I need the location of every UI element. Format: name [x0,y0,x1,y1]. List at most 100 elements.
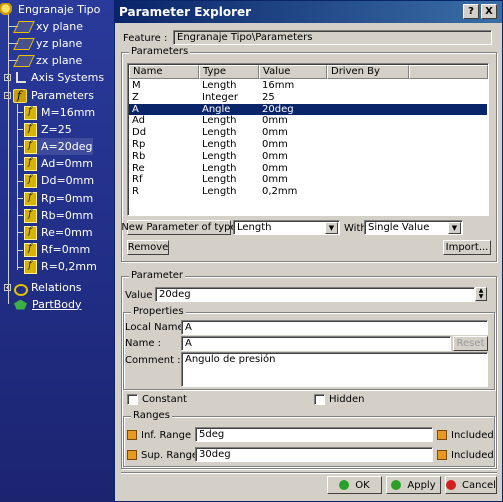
tree-node-parameter[interactable]: M=16mm [17,104,96,121]
parameter-type-select[interactable]: Length ▼ [233,220,340,235]
ranges-group-title: Ranges [131,410,172,422]
new-parameter-button[interactable]: New Parameter of type [121,220,237,235]
tree-label: Re=0mm [41,225,93,239]
tree-root-label: Engranaje Tipo [18,2,101,16]
formula-parameter-icon [24,139,37,154]
table-row[interactable]: Dd Length 0mm [129,127,487,139]
table-row[interactable]: Z Integer 25 [129,92,487,104]
table-cell: 0mm [262,150,288,162]
table-header: Name Type Value Driven By [129,65,488,79]
formula-parameter-icon [24,243,37,258]
tree-node-parameter[interactable]: Rb=0mm [17,207,94,224]
constant-checkbox[interactable] [127,394,138,405]
tree-label: Rp=0mm [41,191,94,205]
table-cell [327,127,409,139]
table-row[interactable]: M Length 16mm [129,80,487,92]
value-spinner[interactable]: ▲ ▼ [475,287,487,301]
tree-node-yz-plane[interactable]: yz plane [13,35,83,52]
table-row[interactable]: R Length 0,2mm [129,186,487,198]
table-cell: Length [202,150,237,162]
sup-range-label: Sup. Range [141,450,199,461]
ok-icon [339,480,350,490]
table-cell: Length [202,139,237,150]
feature-label: Feature : [123,33,168,44]
tree-label: Ad=0mm [41,157,93,171]
inf-included-checkbox[interactable] [437,430,447,440]
tree-node-parameter[interactable]: A=20deg [17,138,94,156]
tree-node-parameter[interactable]: Ad=0mm [17,156,94,173]
table-cell: 0mm [262,127,288,139]
table-cell: 0mm [262,115,288,127]
plane-icon [13,37,35,50]
tree-node-partbody[interactable]: PartBody [14,296,82,313]
sup-included-checkbox[interactable] [437,450,447,460]
tree-node-parameter[interactable]: R=0,2mm [17,259,98,276]
ok-button[interactable]: OK [327,476,382,494]
sup-range-input[interactable]: 30deg [195,447,433,462]
plane-icon [13,54,35,67]
table-cell [327,80,409,92]
column-header-value[interactable]: Value [259,65,327,79]
column-header-type[interactable]: Type [199,65,259,79]
remove-button[interactable]: Remove [127,240,169,255]
tree-node-xy-plane[interactable]: xy plane [13,18,84,35]
table-cell: Length [202,80,237,91]
table-cell: 25 [262,91,275,103]
table-row[interactable]: A Angle 20deg [129,103,487,116]
formula-parameter-icon [24,225,37,240]
comment-input[interactable]: Angulo de presión [181,352,488,387]
table-row[interactable]: Ad Length 0mm [129,115,487,127]
apply-icon [391,480,402,490]
collapse-icon[interactable] [4,92,11,99]
specification-tree: Engranaje Tipo xy plane yz plane zx plan… [0,0,114,502]
table-cell: Length [202,186,237,198]
part-icon [0,2,14,17]
with-value-select[interactable]: Single Value ▼ [364,220,463,235]
value-input[interactable]: 20deg [155,287,475,302]
name-input[interactable]: A [181,336,451,351]
inf-range-label: Inf. Range [141,430,192,441]
tree-node-parameters[interactable]: Parameters [4,87,95,104]
tree-label: zx plane [36,53,83,67]
table-cell: Length [202,127,237,139]
local-name-input[interactable]: A [181,320,488,335]
column-header-name[interactable]: Name [129,65,199,79]
tree-node-parameter[interactable]: Rp=0mm [17,190,94,207]
tree-label: Relations [31,280,82,294]
tree-node-parameter[interactable]: Dd=0mm [17,173,95,190]
table-cell: Length [202,162,237,174]
hidden-checkbox[interactable] [314,394,325,405]
tree-node-parameter[interactable]: Rf=0mm [17,242,91,259]
reset-button[interactable]: Reset [453,336,488,351]
dropdown-arrow-icon[interactable]: ▼ [448,222,461,234]
table-row[interactable]: Rp Length 0mm [129,139,487,151]
expand-icon[interactable] [4,284,11,291]
expand-icon[interactable] [4,74,11,81]
column-header-driven-by[interactable]: Driven By [327,65,409,79]
table-row[interactable]: Re Length 0mm [129,163,487,175]
tree-node-root[interactable]: Engranaje Tipo [0,1,101,18]
table-cell: Rf [132,174,143,186]
apply-button[interactable]: Apply [386,476,441,494]
parameters-table[interactable]: Name Type Value Driven By M Length 16mm Z In… [127,63,489,216]
cancel-button[interactable]: Cancel [445,476,497,494]
table-row[interactable]: Rf Length 0mm [129,174,487,186]
inf-range-input[interactable]: 5deg [195,427,433,442]
sup-range-checkbox[interactable] [127,450,137,460]
import-button[interactable]: Import... [443,240,491,255]
tree-line [17,198,23,199]
tree-node-parameter[interactable]: Z=25 [17,121,73,138]
dialog-titlebar[interactable]: Parameter Explorer [115,1,502,23]
tree-label: Axis Systems [31,70,105,84]
tree-node-axis-systems[interactable]: Axis Systems [4,69,105,86]
help-button[interactable]: ? [463,4,479,19]
tree-node-relations[interactable]: Relations [4,279,83,296]
formula-parameter-icon [24,208,37,223]
tree-line [17,232,23,234]
tree-node-zx-plane[interactable]: zx plane [13,52,83,69]
tree-node-parameter[interactable]: Re=0mm [17,224,94,241]
table-row[interactable]: Rb Length 0mm [129,151,487,163]
inf-range-checkbox[interactable] [127,430,137,440]
dropdown-arrow-icon[interactable]: ▼ [325,222,338,234]
close-button[interactable]: X [481,4,497,19]
